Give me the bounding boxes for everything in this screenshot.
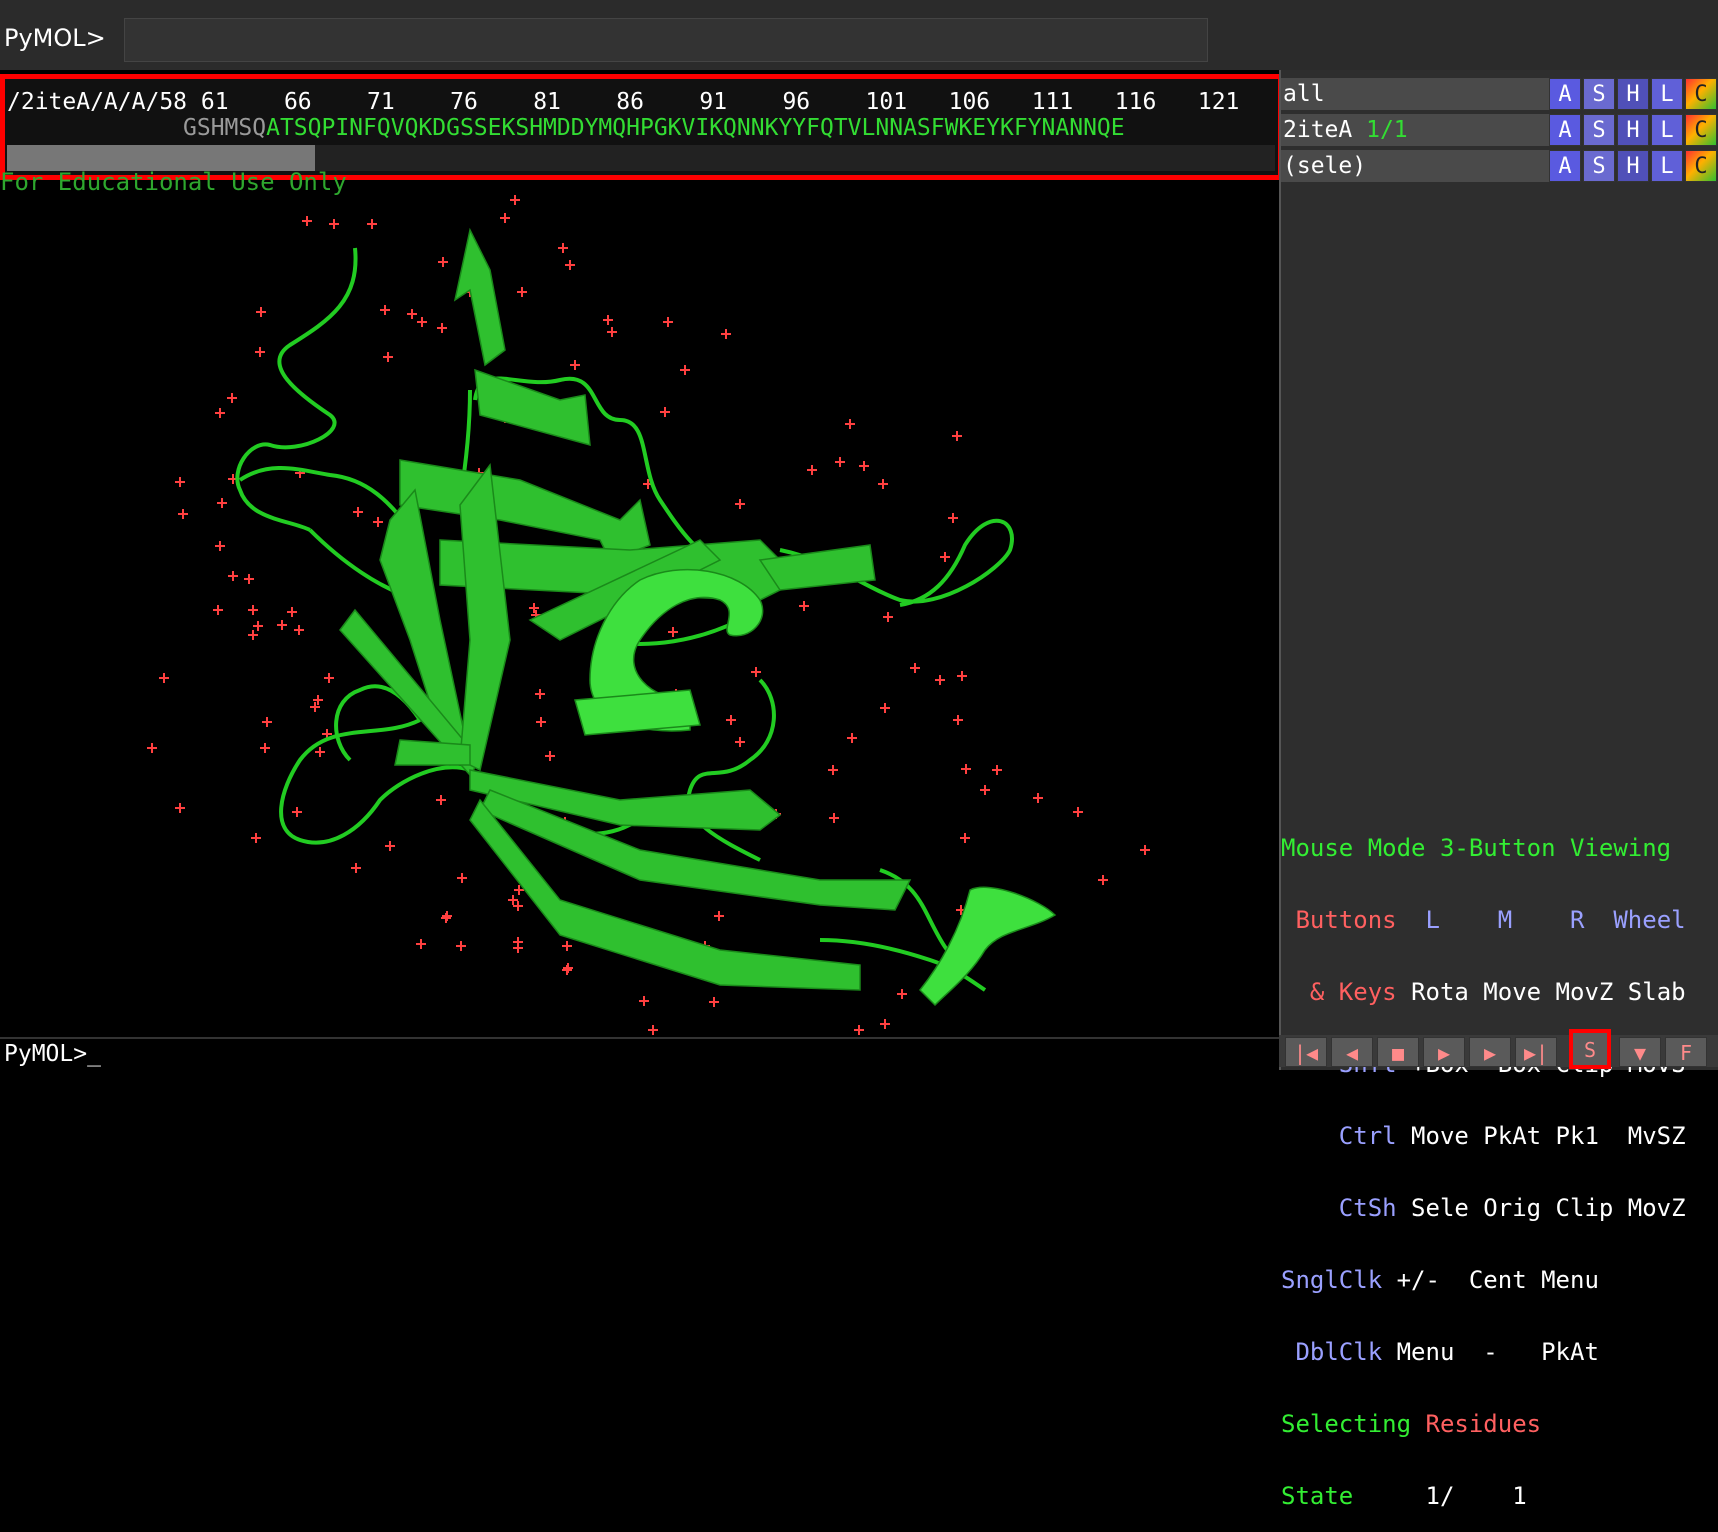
object-name[interactable]: 2iteA 1/1	[1281, 114, 1549, 146]
sequence-main-residues[interactable]: ATSQPINFQVQKDGSSEKSHMDDYMQHPGKVIKQNNKYYF…	[266, 115, 1125, 141]
top-command-input[interactable]	[124, 18, 1208, 62]
end-button[interactable]: ▶|	[1515, 1037, 1557, 1067]
top-prompt-label: PyMOL>	[4, 24, 106, 52]
hide-button[interactable]: H	[1617, 78, 1649, 110]
object-name[interactable]: all	[1281, 78, 1549, 110]
mouse-row-singleclick: SnglClk +/- Cent Menu	[1281, 1266, 1599, 1294]
object-row-sele[interactable]: (sele) A S H L C	[1281, 150, 1718, 182]
hide-button[interactable]: H	[1617, 114, 1649, 146]
label-button[interactable]: L	[1651, 78, 1683, 110]
show-button[interactable]: S	[1583, 114, 1615, 146]
label-button[interactable]: L	[1651, 114, 1683, 146]
bottom-command-line[interactable]: PyMOL>_	[0, 1037, 1279, 1069]
selecting-mode[interactable]: Selecting Residues	[1281, 1412, 1718, 1436]
mouse-mode-panel[interactable]: Mouse Mode 3-Button Viewing Buttons L M …	[1281, 788, 1718, 1532]
sequence-viewer[interactable]: /2iteA/A/A/58 61 66 71 76 81 86 91 96 10…	[0, 74, 1283, 180]
back-button[interactable]: ◀	[1331, 1037, 1373, 1067]
mouse-row-keys: & Keys Rota Move MovZ Slab	[1309, 978, 1686, 1006]
sequence-numbering: /2iteA/A/A/58 61 66 71 76 81 86 91 96 10…	[7, 89, 1240, 115]
watermark-text: For Educational Use Only	[0, 168, 347, 196]
movie-menu-button[interactable]: ▼	[1619, 1037, 1661, 1067]
sequence-toggle-button[interactable]: S	[1569, 1029, 1611, 1069]
top-command-bar: PyMOL>	[0, 0, 1718, 70]
mouse-buttons-header: Buttons L M R Wheel	[1281, 906, 1686, 934]
action-button[interactable]: A	[1549, 150, 1581, 182]
fullscreen-button[interactable]: F	[1665, 1037, 1707, 1067]
show-button[interactable]: S	[1583, 150, 1615, 182]
color-button[interactable]: C	[1685, 150, 1717, 182]
bottom-prompt[interactable]: PyMOL>_	[4, 1041, 101, 1067]
label-button[interactable]: L	[1651, 150, 1683, 182]
mouse-row-ctrl: Ctrl Move PkAt Pk1 MvSZ	[1338, 1122, 1686, 1150]
object-row-2iteA[interactable]: 2iteA 1/1 A S H L C	[1281, 114, 1718, 146]
sequence-tag-residues[interactable]: GSHMSQ	[183, 115, 266, 141]
mouse-row-doubleclick: DblClk Menu - PkAt	[1295, 1338, 1599, 1366]
forward-button[interactable]: ▶	[1469, 1037, 1511, 1067]
color-button[interactable]: C	[1685, 114, 1717, 146]
sequence-residues[interactable]: GSHMSQATSQPINFQVQKDGSSEKSHMDDYMQHPGKVIKQ…	[183, 115, 1125, 141]
mouse-mode-title[interactable]: Mouse Mode 3-Button Viewing	[1281, 836, 1718, 860]
mouse-row-ctsh: CtSh Sele Orig Clip MovZ	[1338, 1194, 1686, 1222]
state-indicator: State 1/ 1	[1281, 1482, 1527, 1510]
hide-button[interactable]: H	[1617, 150, 1649, 182]
color-button[interactable]: C	[1685, 78, 1717, 110]
object-name[interactable]: (sele)	[1281, 150, 1549, 182]
protein-cartoon-scene[interactable]	[0, 180, 1279, 1037]
object-row-all[interactable]: all A S H L C	[1281, 78, 1718, 110]
rewind-button[interactable]: |◀	[1285, 1037, 1327, 1067]
action-button[interactable]: A	[1549, 78, 1581, 110]
action-button[interactable]: A	[1549, 114, 1581, 146]
playback-bar: |◀ ◀ ■ ▶ ▶ ▶| S ▼ F	[1279, 1029, 1718, 1069]
show-button[interactable]: S	[1583, 78, 1615, 110]
play-button[interactable]: ▶	[1423, 1037, 1465, 1067]
stop-button[interactable]: ■	[1377, 1037, 1419, 1067]
